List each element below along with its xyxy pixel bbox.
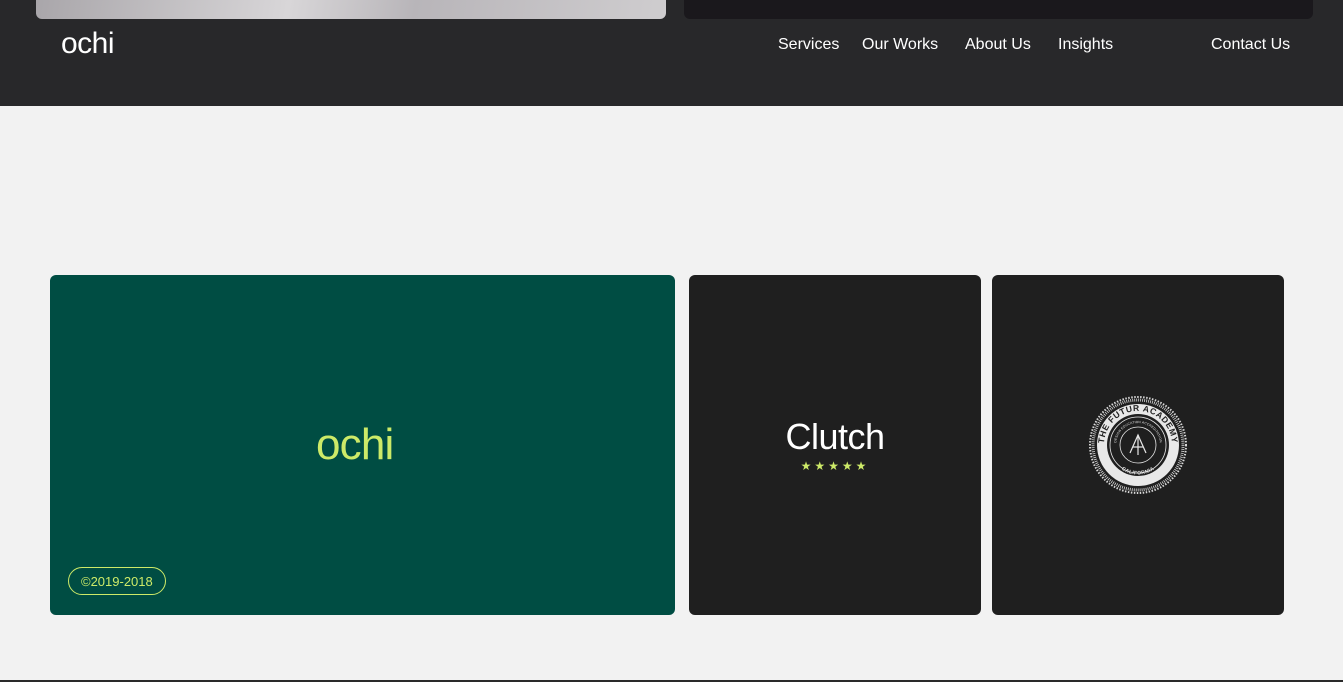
nav-insights[interactable]: Insights xyxy=(1058,36,1113,54)
main-nav: Services Our Works About Us Insights Con… xyxy=(0,36,1343,56)
nav-about-us[interactable]: About Us xyxy=(965,36,1031,54)
clutch-logo: Clutch xyxy=(785,416,885,457)
rating-stars-icon: ★★★★★ xyxy=(800,459,870,473)
nav-our-works[interactable]: Our Works xyxy=(862,36,938,54)
clutch-card[interactable]: Clutch ★★★★★ xyxy=(689,275,981,615)
academy-seal-icon: THE FUTUR ACADEMY CALIFORNIA DESIGN EDUC… xyxy=(1089,396,1187,494)
copyright-pill: ©2019-2018 xyxy=(68,567,166,595)
nav-contact-us[interactable]: Contact Us xyxy=(1211,36,1290,54)
academy-card[interactable]: THE FUTUR ACADEMY CALIFORNIA DESIGN EDUC… xyxy=(992,275,1284,615)
header-band: ochi Services Our Works About Us Insight… xyxy=(0,0,1343,106)
previous-card-edge-dark xyxy=(684,0,1313,19)
nav-services[interactable]: Services xyxy=(778,36,839,54)
previous-card-edge-light xyxy=(36,0,666,19)
ochi-brand-card[interactable]: ochi ©2019-2018 xyxy=(50,275,675,615)
ochi-card-logo: ochi xyxy=(316,420,394,469)
